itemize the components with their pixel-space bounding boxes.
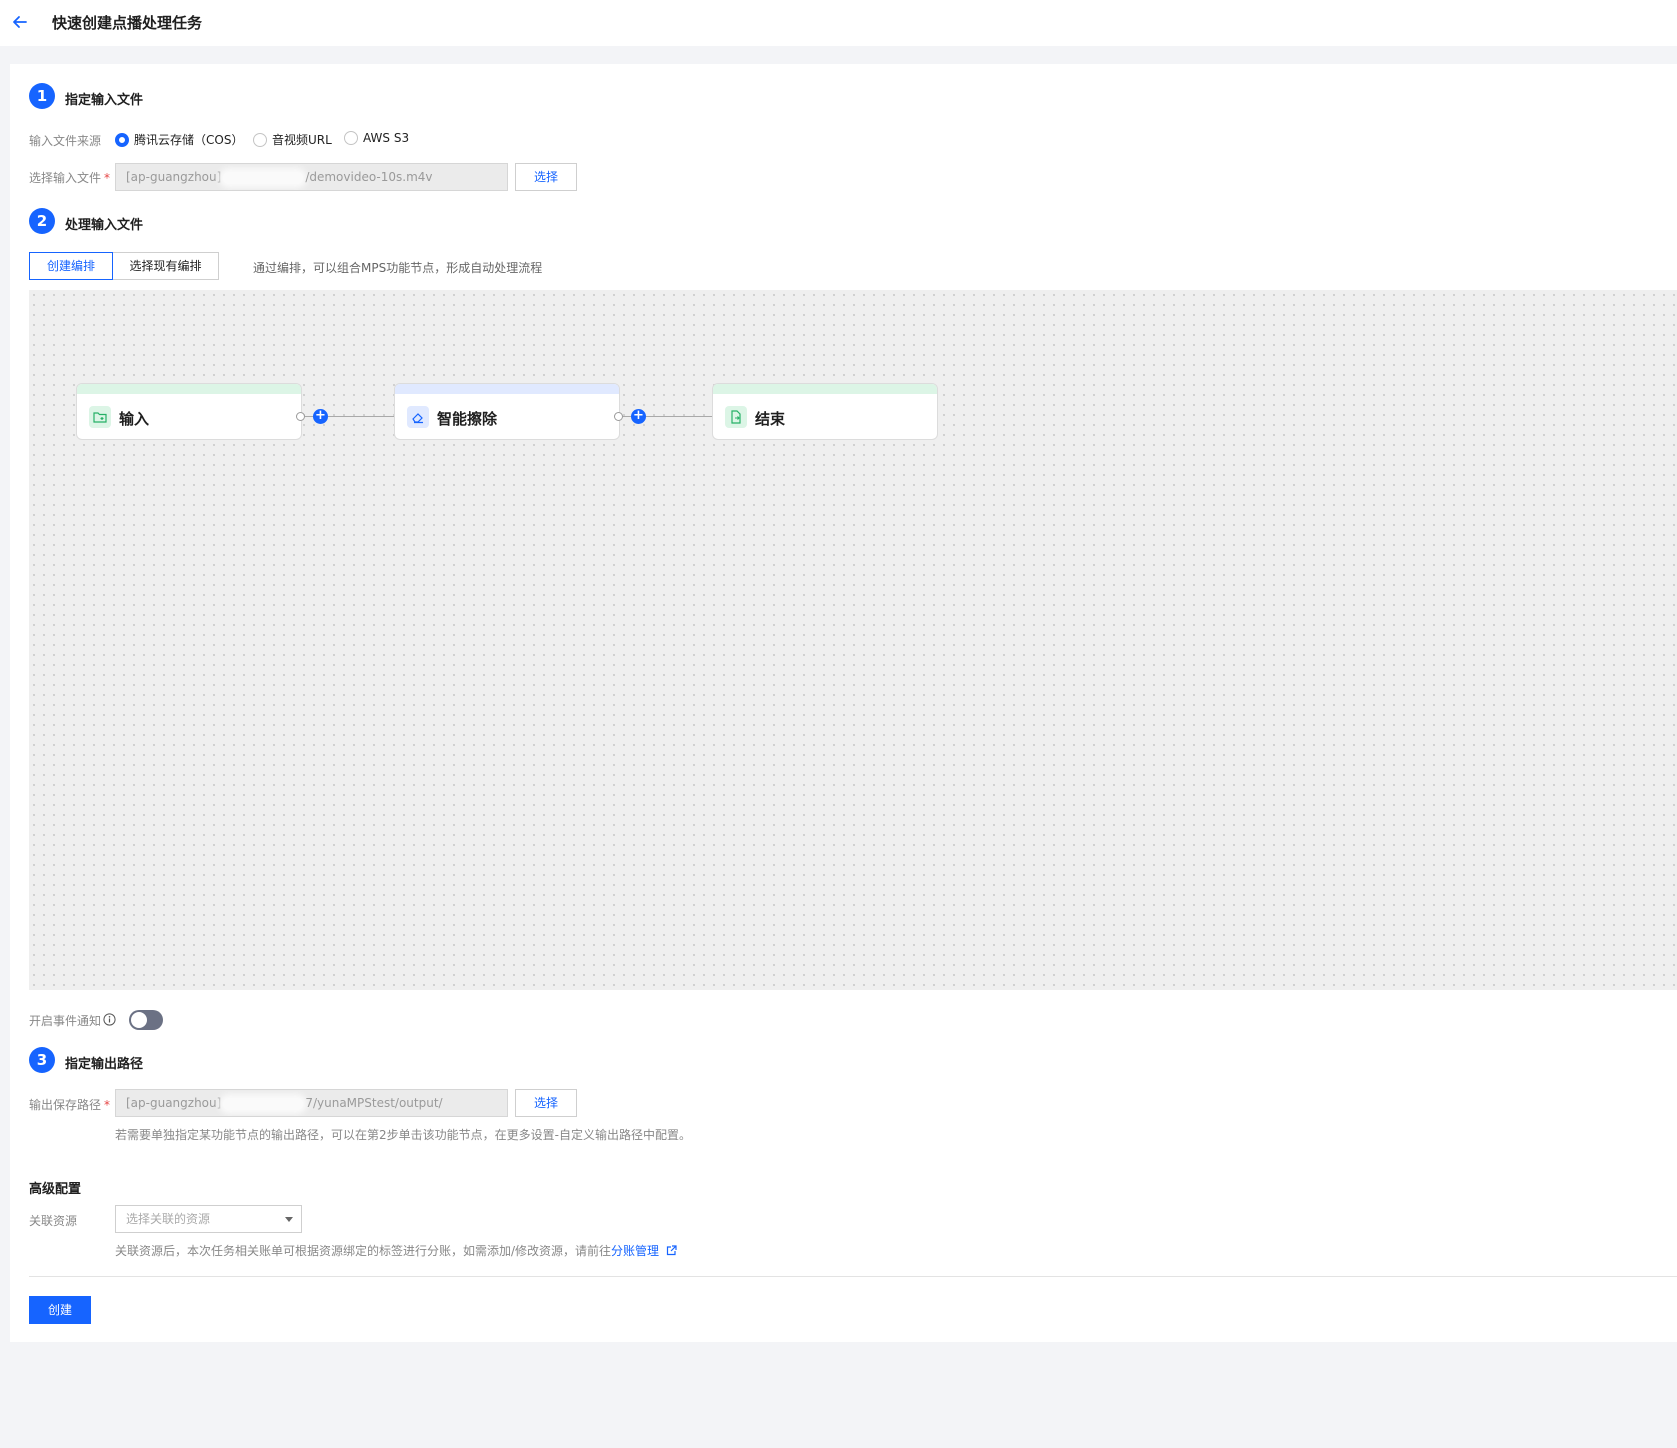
related-resource-placeholder: 选择关联的资源 bbox=[126, 1212, 211, 1226]
eraser-icon bbox=[407, 406, 429, 428]
output-path-hint: 若需要单独指定某功能节点的输出路径，可以在第2步单击该功能节点，在更多设置-自定… bbox=[115, 1128, 691, 1142]
node-end-label: 结束 bbox=[755, 410, 786, 428]
select-output-button[interactable]: 选择 bbox=[515, 1089, 577, 1117]
related-resource-hint: 关联资源后，本次任务相关账单可根据资源绑定的标签进行分账，如需添加/修改资源，请… bbox=[115, 1242, 677, 1259]
output-path-label-text: 输出保存路径 bbox=[29, 1098, 102, 1112]
node-end[interactable]: 结束 bbox=[712, 383, 938, 440]
node-strip bbox=[77, 384, 301, 394]
event-notify-toggle[interactable] bbox=[129, 1010, 163, 1030]
node-input-out-port[interactable] bbox=[296, 412, 305, 421]
radio-aws-label: AWS S3 bbox=[363, 131, 410, 145]
node-smart-erase-label: 智能擦除 bbox=[437, 410, 498, 428]
workflow-hint: 通过编排，可以组合MPS功能节点，形成自动处理流程 bbox=[253, 261, 543, 275]
output-path-prefix: [ap-guangzhou] bbox=[126, 1096, 222, 1110]
event-notify-label: 开启事件通知 bbox=[29, 1012, 116, 1029]
radio-dot bbox=[253, 132, 267, 147]
tab-create-workflow[interactable]: 创建编排 bbox=[29, 252, 113, 280]
node-strip bbox=[395, 384, 619, 394]
step-3-title: 指定输出路径 bbox=[65, 1057, 144, 1072]
edge-segment bbox=[646, 416, 712, 417]
radio-url[interactable]: 音视频URL bbox=[253, 131, 332, 148]
edge-segment bbox=[328, 416, 394, 417]
event-notify-text: 开启事件通知 bbox=[29, 1014, 102, 1028]
related-resource-hint-text: 关联资源后，本次任务相关账单可根据资源绑定的标签进行分账，如需添加/修改资源，请… bbox=[115, 1244, 612, 1258]
node-smart-erase[interactable]: 智能擦除 bbox=[394, 383, 620, 440]
billing-management-link[interactable]: 分账管理 bbox=[611, 1244, 659, 1258]
radio-cos-label: 腾讯云存储（COS） bbox=[134, 133, 244, 147]
output-path-label: 输出保存路径 * bbox=[29, 1096, 110, 1113]
radio-dot-checked bbox=[115, 132, 129, 147]
input-file-label: 选择输入文件 * bbox=[29, 169, 110, 186]
radio-aws-s3[interactable]: AWS S3 bbox=[344, 131, 409, 145]
workflow-canvas[interactable]: 输入 + 智能擦除 + 结束 bbox=[29, 290, 1677, 990]
related-resource-select[interactable]: 选择关联的资源 bbox=[115, 1205, 302, 1233]
info-icon[interactable] bbox=[103, 1012, 116, 1029]
add-node-button-1[interactable]: + bbox=[313, 409, 328, 424]
add-node-button-2[interactable]: + bbox=[631, 409, 646, 424]
folder-add-icon bbox=[89, 406, 111, 428]
tab-select-existing[interactable]: 选择现有编排 bbox=[113, 252, 219, 280]
step-2-badge: 2 bbox=[29, 208, 55, 234]
output-path-field[interactable]: [ap-guangzhou] 7/yunaMPStest/output/ bbox=[115, 1089, 508, 1117]
node-input-label: 输入 bbox=[119, 410, 150, 428]
create-button[interactable]: 创建 bbox=[29, 1296, 91, 1324]
step-1-title: 指定输入文件 bbox=[65, 93, 144, 108]
radio-cos[interactable]: 腾讯云存储（COS） bbox=[115, 131, 243, 148]
output-path-suffix: 7/yunaMPStest/output/ bbox=[305, 1096, 443, 1110]
advanced-config-title: 高级配置 bbox=[29, 1182, 82, 1197]
step-1-badge: 1 bbox=[29, 83, 55, 109]
input-source-label: 输入文件来源 bbox=[29, 134, 102, 148]
redacted-bucket bbox=[223, 1097, 304, 1110]
main-card: 1 指定输入文件 输入文件来源 腾讯云存储（COS） 音视频URL AWS S3… bbox=[10, 64, 1677, 1342]
page-title: 快速创建点播处理任务 bbox=[52, 14, 203, 32]
required-mark: * bbox=[104, 171, 111, 185]
select-input-button[interactable]: 选择 bbox=[515, 163, 577, 191]
step-3-badge: 3 bbox=[29, 1047, 55, 1073]
required-mark: * bbox=[104, 1098, 111, 1112]
footer-divider bbox=[29, 1276, 1677, 1277]
external-link-icon[interactable] bbox=[666, 1245, 677, 1259]
redacted-bucket bbox=[223, 171, 304, 184]
chevron-down-icon bbox=[285, 1217, 293, 1222]
file-export-icon bbox=[725, 406, 747, 428]
input-file-field[interactable]: [ap-guangzhou] /demovideo-10s.m4v bbox=[115, 163, 508, 191]
radio-dot bbox=[344, 131, 358, 145]
toggle-knob bbox=[131, 1012, 147, 1028]
related-resource-label: 关联资源 bbox=[29, 1214, 78, 1228]
input-file-suffix: /demovideo-10s.m4v bbox=[305, 170, 433, 184]
step-2-title: 处理输入文件 bbox=[65, 218, 144, 233]
top-bar: 快速创建点播处理任务 bbox=[0, 0, 1677, 46]
back-arrow-icon[interactable] bbox=[10, 12, 30, 32]
input-file-label-text: 选择输入文件 bbox=[29, 171, 102, 185]
node-erase-out-port[interactable] bbox=[614, 412, 623, 421]
input-file-prefix: [ap-guangzhou] bbox=[126, 170, 222, 184]
radio-url-label: 音视频URL bbox=[272, 133, 332, 147]
node-input[interactable]: 输入 bbox=[76, 383, 302, 440]
node-strip bbox=[713, 384, 937, 394]
